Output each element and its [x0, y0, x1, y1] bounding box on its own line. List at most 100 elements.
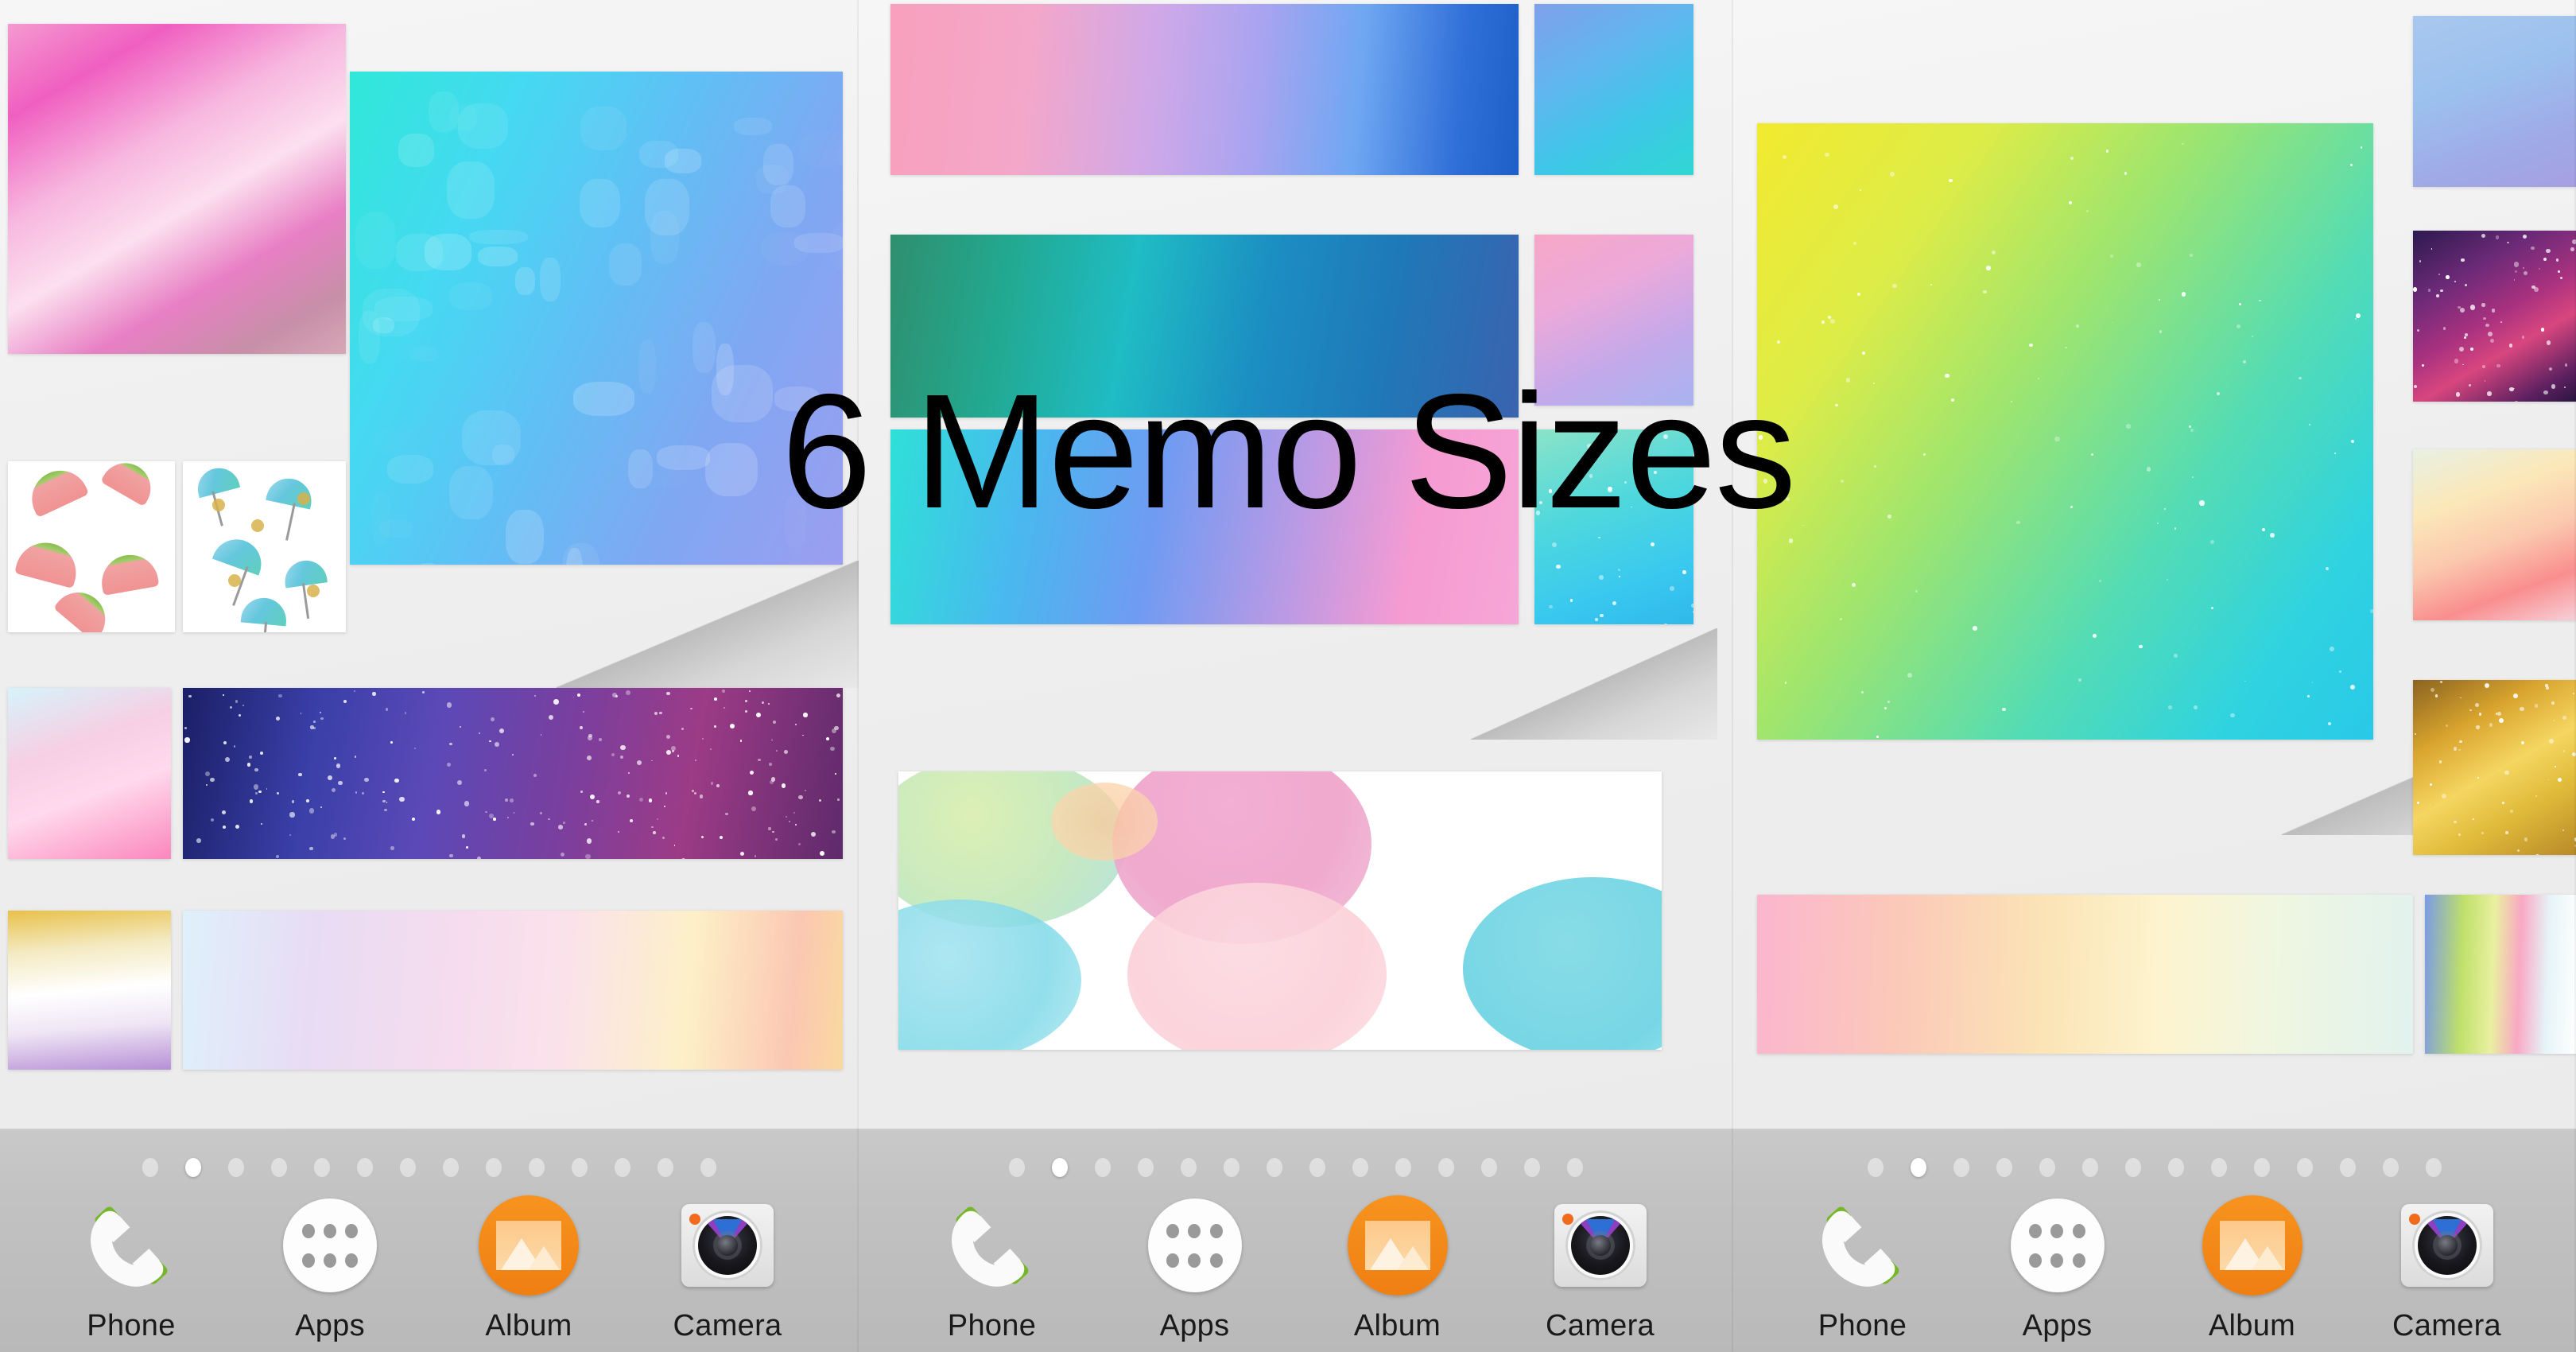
- memo-pink-splash[interactable]: [8, 688, 171, 859]
- page-dot[interactable]: [1481, 1158, 1497, 1177]
- page-indicator[interactable]: [1733, 1156, 2576, 1179]
- page-dot[interactable]: [529, 1158, 545, 1177]
- album-picture-icon: [478, 1195, 580, 1296]
- page-indicator[interactable]: [0, 1156, 859, 1179]
- page-dot[interactable]: [314, 1158, 330, 1177]
- home-screen-page-1: Phone Apps Album Camera: [0, 0, 859, 1352]
- dock-item-album[interactable]: Album: [449, 1195, 608, 1343]
- dock-item-camera[interactable]: Camera: [648, 1195, 807, 1343]
- apps-grid-icon: [279, 1195, 381, 1296]
- page-dot[interactable]: [1438, 1158, 1454, 1177]
- page-dot[interactable]: [1224, 1158, 1240, 1177]
- page-dot[interactable]: [1953, 1158, 1969, 1177]
- page-dot[interactable]: [2168, 1158, 2184, 1177]
- dock: Phone Apps Album Camera: [859, 1129, 1733, 1352]
- dock-item-label: Apps: [1160, 1309, 1230, 1343]
- dock-item-apps[interactable]: Apps: [1115, 1195, 1274, 1343]
- dock-item-label: Phone: [1818, 1309, 1907, 1343]
- dock-item-label: Phone: [87, 1309, 175, 1343]
- apps-grid-icon: [2007, 1195, 2109, 1296]
- memo-pastel-fade[interactable]: [1757, 895, 2413, 1054]
- dock-item-label: Camera: [2392, 1309, 2501, 1343]
- memo-watercolor-dots[interactable]: [898, 771, 1662, 1050]
- page-dot[interactable]: [2426, 1158, 2442, 1177]
- memo-pastel-wide[interactable]: [183, 911, 843, 1070]
- page-dot[interactable]: [615, 1158, 630, 1177]
- page-dot[interactable]: [2254, 1158, 2270, 1177]
- page-dot[interactable]: [1996, 1158, 2012, 1177]
- dock-item-camera[interactable]: Camera: [1521, 1195, 1680, 1343]
- page-dot[interactable]: [1352, 1158, 1368, 1177]
- dock-item-label: Apps: [2023, 1309, 2093, 1343]
- memo-periwinkle-sq[interactable]: [2413, 16, 2576, 187]
- dock-item-label: Camera: [673, 1309, 782, 1343]
- page-dot[interactable]: [1309, 1158, 1325, 1177]
- page-dot[interactable]: [443, 1158, 459, 1177]
- dock-item-album[interactable]: Album: [1318, 1195, 1477, 1343]
- page-dot[interactable]: [1395, 1158, 1411, 1177]
- page-dot[interactable]: [1138, 1158, 1154, 1177]
- memo-blue-teal-sq[interactable]: [1534, 4, 1693, 175]
- dock-icon-row: Phone Apps Album Camera: [0, 1195, 859, 1343]
- page-dot[interactable]: [1009, 1158, 1025, 1177]
- dock-item-apps[interactable]: Apps: [1978, 1195, 2137, 1343]
- page-dot-active[interactable]: [1911, 1158, 1926, 1177]
- page-dot[interactable]: [2125, 1158, 2141, 1177]
- home-screen-showcase: Phone Apps Album Camera Phone Apps Album Camera…: [0, 0, 2576, 1352]
- camera-icon: [1550, 1195, 1651, 1296]
- memo-gold-glitter-sq[interactable]: [2413, 680, 2576, 855]
- memo-pink-blue-wash[interactable]: [890, 4, 1519, 175]
- dock-icon-row: Phone Apps Album Camera: [859, 1195, 1733, 1343]
- dock: Phone Apps Album Camera: [1733, 1129, 2576, 1352]
- page-dot[interactable]: [2340, 1158, 2356, 1177]
- page-dot[interactable]: [486, 1158, 502, 1177]
- page-dot[interactable]: [1567, 1158, 1583, 1177]
- page-dot[interactable]: [142, 1158, 158, 1177]
- dock-item-label: Album: [1354, 1309, 1441, 1343]
- memo-galaxy-wide[interactable]: [183, 688, 843, 859]
- camera-icon: [677, 1195, 778, 1296]
- dock-item-label: Apps: [295, 1309, 365, 1343]
- phone-icon: [941, 1195, 1043, 1296]
- page-dot[interactable]: [1524, 1158, 1540, 1177]
- page-dot[interactable]: [228, 1158, 244, 1177]
- dock-item-phone[interactable]: Phone: [1783, 1195, 1942, 1343]
- apps-grid-icon: [1144, 1195, 1246, 1296]
- page-dot[interactable]: [1868, 1158, 1884, 1177]
- phone-icon: [1812, 1195, 1914, 1296]
- dock-item-label: Album: [485, 1309, 572, 1343]
- page-dot-active[interactable]: [1052, 1158, 1068, 1177]
- dock: Phone Apps Album Camera: [0, 1129, 859, 1352]
- page-dot[interactable]: [700, 1158, 716, 1177]
- page-dot[interactable]: [2039, 1158, 2055, 1177]
- dock-item-phone[interactable]: Phone: [913, 1195, 1072, 1343]
- dock-item-phone[interactable]: Phone: [52, 1195, 211, 1343]
- page-dot[interactable]: [1181, 1158, 1197, 1177]
- album-picture-icon: [2202, 1195, 2303, 1296]
- dock-item-album[interactable]: Album: [2173, 1195, 2332, 1343]
- home-screen-page-2: Phone Apps Album Camera: [859, 0, 1733, 1352]
- home-screen-page-3: Phone Apps Album Camera: [1733, 0, 2576, 1352]
- page-indicator[interactable]: [859, 1156, 1733, 1179]
- page-dot[interactable]: [2297, 1158, 2313, 1177]
- dock-item-camera[interactable]: Camera: [2368, 1195, 2527, 1343]
- page-dot[interactable]: [1095, 1158, 1111, 1177]
- dock-item-apps[interactable]: Apps: [250, 1195, 409, 1343]
- memo-pink-marble[interactable]: [8, 24, 346, 354]
- page-fold-corner: [1471, 628, 1717, 740]
- page-dot[interactable]: [572, 1158, 588, 1177]
- page-dot[interactable]: [2383, 1158, 2399, 1177]
- page-dot[interactable]: [271, 1158, 287, 1177]
- page-dot[interactable]: [1267, 1158, 1282, 1177]
- page-dot[interactable]: [2082, 1158, 2098, 1177]
- page-dot[interactable]: [658, 1158, 673, 1177]
- memo-iridescent-sq[interactable]: [2425, 895, 2576, 1054]
- phone-icon: [80, 1195, 182, 1296]
- page-dot[interactable]: [357, 1158, 373, 1177]
- page-dot[interactable]: [2211, 1158, 2227, 1177]
- memo-gold-marble[interactable]: [8, 911, 171, 1070]
- page-dot-active[interactable]: [185, 1158, 201, 1177]
- camera-icon: [2396, 1195, 2498, 1296]
- dock-item-label: Album: [2209, 1309, 2295, 1343]
- page-dot[interactable]: [400, 1158, 416, 1177]
